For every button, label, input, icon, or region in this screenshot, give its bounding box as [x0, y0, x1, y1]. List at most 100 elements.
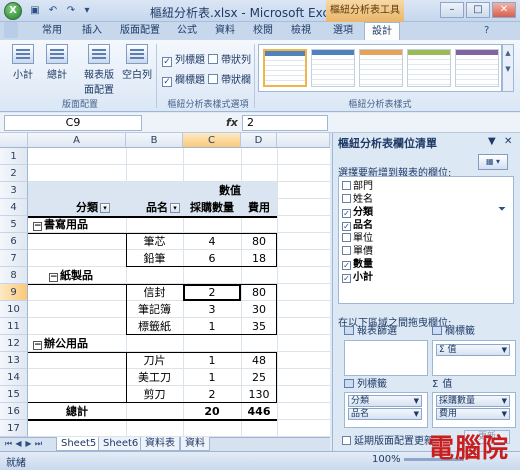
sheet-tab[interactable]: 資料表: [140, 437, 180, 451]
sheet-tab[interactable]: Sheet6: [98, 437, 144, 451]
field-item[interactable]: ✓ 數量: [342, 258, 373, 271]
style-swatch[interactable]: [407, 49, 451, 87]
style-swatch[interactable]: [311, 49, 355, 87]
row-header[interactable]: 12: [0, 335, 28, 352]
tab-options[interactable]: 選項: [326, 22, 360, 40]
style-swatch[interactable]: [455, 49, 499, 87]
row-header[interactable]: 7: [0, 250, 28, 267]
row-header[interactable]: 8: [0, 267, 28, 284]
row-header[interactable]: 15: [0, 386, 28, 403]
row-header[interactable]: 3: [0, 182, 28, 199]
office-button[interactable]: [4, 22, 18, 38]
field-checkbox[interactable]: [342, 181, 351, 190]
pivot-group-row[interactable]: − 紙製品: [46, 267, 176, 284]
pivot-qty-cell[interactable]: 3: [183, 301, 241, 318]
row-header[interactable]: 4: [0, 199, 28, 216]
pivot-item-cell[interactable]: 美工刀: [126, 369, 183, 386]
row-header[interactable]: 17: [0, 420, 28, 437]
pivot-item-cell[interactable]: 信封: [126, 284, 183, 301]
report-filter-area[interactable]: [344, 340, 428, 376]
redo-icon[interactable]: ↷: [64, 4, 78, 18]
pane-close-icon[interactable]: ✕: [504, 136, 512, 147]
row-header[interactable]: 6: [0, 233, 28, 250]
select-all-corner[interactable]: [0, 133, 28, 148]
defer-update-checkbox[interactable]: 延期版面配置更新: [342, 432, 434, 447]
grand-total-cost[interactable]: 446: [241, 403, 277, 420]
field-chip[interactable]: 品名 ▼: [348, 408, 422, 420]
pivot-item-cell[interactable]: 筆記簿: [126, 301, 183, 318]
next-sheet-icon[interactable]: ▶: [24, 438, 33, 450]
banded-columns-checkbox[interactable]: 帶狀欄: [208, 74, 251, 88]
pivot-cost-cell[interactable]: 25: [241, 369, 277, 386]
pivot-category-header[interactable]: 分類 ▾: [28, 199, 126, 216]
collapse-icon[interactable]: −: [33, 341, 42, 350]
field-layout-button[interactable]: ▦ ▾: [478, 154, 508, 170]
help-icon[interactable]: ?: [484, 25, 489, 36]
row-header[interactable]: 11: [0, 318, 28, 335]
pivot-cost-cell[interactable]: 48: [241, 352, 277, 369]
row-header[interactable]: 5: [0, 216, 28, 233]
close-button[interactable]: ✕: [492, 2, 516, 18]
row-header[interactable]: 1: [0, 148, 28, 165]
tab-insert[interactable]: 插入: [76, 22, 108, 40]
field-checkbox[interactable]: [342, 246, 351, 255]
field-checkbox[interactable]: [342, 194, 351, 203]
row-header[interactable]: 16: [0, 403, 28, 420]
sheet-tab[interactable]: 資料: [180, 437, 210, 451]
field-item[interactable]: 姓名: [342, 193, 373, 206]
column-header-d[interactable]: D: [241, 133, 277, 148]
row-header[interactable]: 14: [0, 369, 28, 386]
grand-total-qty[interactable]: 20: [183, 403, 241, 420]
field-chip[interactable]: Σ 值 ▼: [436, 344, 510, 356]
collapse-icon[interactable]: −: [33, 222, 42, 231]
pane-options-icon[interactable]: ▼: [488, 136, 496, 147]
pivot-item-header[interactable]: 品名 ▾: [126, 199, 183, 216]
collapse-icon[interactable]: −: [49, 273, 58, 282]
first-sheet-icon[interactable]: ⏮: [4, 438, 13, 450]
grand-total-label[interactable]: 總計: [28, 403, 126, 420]
column-header-c[interactable]: C: [183, 133, 241, 148]
chip-dropdown-icon[interactable]: ▼: [502, 409, 509, 420]
pivot-cost-cell[interactable]: 80: [241, 284, 277, 301]
pivot-style-gallery[interactable]: [258, 44, 502, 92]
row-header[interactable]: 2: [0, 165, 28, 182]
pivot-cost-cell[interactable]: 130: [241, 386, 277, 403]
column-header-e[interactable]: [277, 133, 330, 148]
field-chip[interactable]: 分類 ▼: [348, 395, 422, 407]
column-header-b[interactable]: B: [126, 133, 183, 148]
gallery-scroll[interactable]: ▲ ▼: [502, 44, 514, 92]
field-checkbox[interactable]: ✓: [342, 222, 351, 231]
save-icon[interactable]: ▣: [28, 4, 42, 18]
pivot-item-cell[interactable]: 刀片: [126, 352, 183, 369]
field-checkbox[interactable]: ✓: [342, 261, 351, 270]
tab-view[interactable]: 檢視: [286, 22, 316, 40]
pivot-cost-cell[interactable]: 35: [241, 318, 277, 335]
formula-input[interactable]: 2: [242, 115, 328, 131]
subtotals-button[interactable]: 小計: [8, 44, 38, 88]
pivot-qty-cell[interactable]: 6: [183, 250, 241, 267]
field-item[interactable]: 單價: [342, 245, 373, 258]
pivot-qty-cell[interactable]: 1: [183, 369, 241, 386]
insert-function-icon[interactable]: fx: [226, 116, 238, 129]
pivot-item-cell[interactable]: 鉛筆: [126, 250, 183, 267]
pivot-cost-cell[interactable]: 80: [241, 233, 277, 250]
pivot-cost-cell[interactable]: 30: [241, 301, 277, 318]
sheet-tab[interactable]: Sheet5: [56, 437, 102, 451]
tab-review[interactable]: 校閱: [248, 22, 278, 40]
field-checkbox[interactable]: ✓: [342, 209, 351, 218]
chip-dropdown-icon[interactable]: ▼: [414, 396, 421, 407]
field-checkbox[interactable]: [342, 233, 351, 242]
pivot-qty-cell[interactable]: 2: [183, 386, 241, 403]
active-cell-selection[interactable]: [183, 284, 241, 301]
tab-page-layout[interactable]: 版面配置: [116, 22, 164, 40]
chip-dropdown-icon[interactable]: ▼: [502, 396, 509, 407]
chip-dropdown-icon[interactable]: ▼: [502, 345, 509, 356]
tab-formulas[interactable]: 公式: [172, 22, 202, 40]
report-layout-button[interactable]: 報表版面配置: [80, 44, 118, 96]
last-sheet-icon[interactable]: ⏭: [34, 438, 43, 450]
maximize-button[interactable]: □: [466, 2, 490, 18]
field-item[interactable]: ✓ 品名: [342, 219, 373, 232]
filter-funnel-icon[interactable]: ⏷: [498, 204, 506, 215]
column-header-a[interactable]: A: [28, 133, 126, 148]
style-swatch[interactable]: [359, 49, 403, 87]
